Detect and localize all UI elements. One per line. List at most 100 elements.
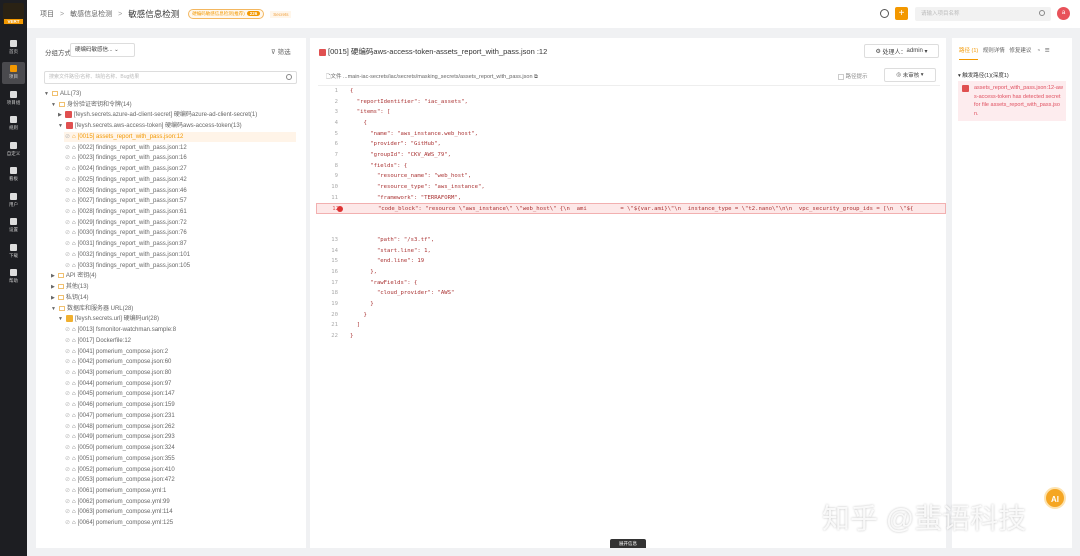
code-line: 8 "fields": { [334, 162, 408, 169]
breadcrumb-detection[interactable]: 敏感信息检测 [70, 9, 112, 19]
filter-button[interactable]: ⊽ 筛选 [271, 46, 291, 56]
path-hint-checkbox[interactable]: 路径提示 [838, 72, 868, 80]
code-line: 16 }, [331, 269, 377, 276]
info-icon[interactable] [880, 9, 889, 18]
eye-off-icon: ⊘ [65, 133, 71, 140]
tree-leaf-item[interactable]: ⊘ ⌂ [0049] pomerium_compose.json:293 [65, 432, 175, 442]
tree-group-item[interactable]: ▼ 身份验证密钥和令牌(14) [51, 100, 132, 110]
tree-leaf-item[interactable]: ⊘ ⌂ [0033] findings_report_with_pass.json:… [65, 261, 190, 271]
tree-group-item[interactable]: ▶ API 密钥(4) [51, 271, 97, 281]
tree-leaf-item[interactable]: ⊘ ⌂ [0045] pomerium_compose.json:147 [65, 389, 175, 399]
tree-leaf-item[interactable]: ⊘ ⌂ [0017] Dockerfile:12 [65, 336, 131, 346]
tree-leaf-item[interactable]: ⊘ ⌂ [0052] pomerium_compose.json:410 [65, 465, 175, 475]
sidebar-item-7[interactable]: 设置 [2, 215, 25, 237]
thumb-icon: ⌂ [72, 166, 76, 173]
tree-leaf-item[interactable]: ⊘ ⌂ [0041] pomerium_compose.json:2 [65, 347, 168, 357]
code-line: 5 "name": "aws_instance.web_host", [334, 130, 478, 137]
tree-leaf-item[interactable]: ⊘ ⌂ [0024] findings_report_with_pass.json:… [65, 164, 187, 174]
tab-fix-suggestion[interactable]: 修复建议 [1009, 48, 1031, 54]
ai-chat-icon[interactable]: ◔ [1037, 48, 1040, 54]
sidebar-item-4[interactable]: 自定义 [2, 138, 25, 160]
tree-leaf-item[interactable]: ⊘ ⌂ [0028] findings_report_with_pass.json:… [65, 207, 187, 217]
tree-leaf-item[interactable]: ⊘ ⌂ [0043] pomerium_compose.json:80 [65, 368, 171, 378]
sidebar-item-2[interactable]: 项目组 [2, 87, 25, 109]
trigger-path-item[interactable]: assets_report_with_pass.json:12-aws-acce… [958, 81, 1066, 122]
tree-search-input[interactable]: 搜索文件路径/名称、缺陷名称、Bug结果 [44, 71, 297, 84]
thumb-icon: ⌂ [72, 455, 76, 462]
tree-leaf-item[interactable]: ⊘ ⌂ [0063] pomerium_compose.yml:114 [65, 507, 173, 517]
expand-info-button[interactable]: 展开信息 [610, 539, 646, 548]
tree-leaf-item[interactable]: ⊘ ⌂ [0064] pomerium_compose.yml:125 [65, 518, 173, 528]
thumb-icon: ⌂ [72, 241, 76, 248]
tree-leaf-item[interactable]: ⊘ ⌂ [0027] findings_report_with_pass.json:… [65, 196, 187, 206]
tab-path[interactable]: 路径 (1) [959, 48, 979, 60]
code-line: 17 "rawFields": { [331, 279, 418, 286]
add-button[interactable]: + [895, 7, 908, 20]
sidebar-item-0[interactable]: 首页 [2, 36, 25, 58]
download-icon [10, 243, 17, 251]
ai-assistant-button[interactable]: AI [1044, 487, 1066, 509]
tree-leaf-item[interactable]: ⊘ ⌂ [0046] pomerium_compose.json:159 [65, 400, 175, 410]
issue-title: [0015] 硬编码aws-access-token-assets_report… [328, 47, 548, 56]
thumb-icon: ⌂ [72, 423, 76, 430]
tree-leaf-item[interactable]: ⊘ ⌂ [0025] findings_report_with_pass.json:… [65, 175, 187, 185]
sidebar-item-6[interactable]: 用户 [2, 189, 25, 211]
eye-off-icon: ⊘ [65, 423, 71, 430]
eye-off-icon: ⊘ [65, 359, 71, 366]
list-icon[interactable]: ☰ [1045, 48, 1050, 54]
tree-leaf-item[interactable]: ⊘ ⌂ [0047] pomerium_compose.json:231 [65, 411, 175, 421]
tree-leaf-item[interactable]: ⊘ ⌂ [0030] findings_report_with_pass.json:… [65, 228, 187, 238]
sidebar-item-9[interactable]: 帮助 [2, 266, 25, 288]
tab-rule-details[interactable]: 规则详情 [983, 48, 1005, 54]
breadcrumb-project[interactable]: 项目 [40, 9, 54, 19]
tree-leaf-item[interactable]: ⊘ ⌂ [0029] findings_report_with_pass.json:… [65, 218, 187, 228]
thumb-icon: ⌂ [72, 176, 76, 183]
tree-group-item[interactable]: ▶ [feysh.secrets.azure-ad-client-secret] … [58, 110, 257, 120]
tree-leaf-item[interactable]: ⊘ ⌂ [0023] findings_report_with_pass.json:… [65, 153, 187, 163]
code-line: 14 "start.line": 1, [331, 247, 431, 254]
tree-leaf-item[interactable]: ⊘ ⌂ [0061] pomerium_compose.yml:1 [65, 486, 166, 496]
tree-leaf-item[interactable]: ⊘ ⌂ [0048] pomerium_compose.json:262 [65, 422, 175, 432]
assignee-select[interactable]: ⚙ 处理人： admin ▾ [864, 44, 939, 58]
tree-leaf-item[interactable]: ⊘ ⌂ [0013] fsmonitor-watchman.sample:8 [65, 325, 176, 335]
tree-leaf-item[interactable]: ⊘ ⌂ [0032] findings_report_with_pass.json:… [65, 250, 190, 260]
caret-right-icon: ▶ [51, 273, 55, 280]
review-status-select[interactable]: ◎ 未审核 ▾ [884, 68, 936, 82]
settings-icon [10, 218, 17, 225]
tree-group-item[interactable]: ▶ 私钥(14) [51, 293, 89, 303]
copy-icon[interactable]: ⧉ [534, 74, 538, 80]
sidebar-item-1[interactable]: 项目 [2, 61, 25, 84]
eye-off-icon: ⊘ [65, 520, 71, 527]
tree-leaf-item[interactable]: ⊘ ⌂ [0062] pomerium_compose.yml:99 [65, 497, 170, 507]
code-line: 7 "groupId": "CKV_AWS_79", [334, 151, 452, 158]
secrets-tag: Secrets [270, 10, 292, 18]
tree-group-item[interactable]: ▼ 数据库和服务器 URL(28) [51, 304, 133, 314]
avatar[interactable]: a [1057, 7, 1070, 20]
tree-group-item[interactable]: ▼ [feysh.secrets.url] 硬编码url(28) [58, 314, 159, 324]
eye-off-icon: ⊘ [65, 155, 71, 162]
tree-leaf-item[interactable]: ⊘ ⌂ [0022] findings_report_with_pass.json:… [65, 143, 187, 153]
tree-group-item[interactable]: ▶ 其他(13) [51, 282, 89, 292]
tree-leaf-item[interactable]: ⊘ ⌂ [0015] assets_report_with_pass.json:12 [64, 131, 296, 142]
eye-off-icon: ⊘ [65, 262, 71, 269]
code-viewer-panel: [0015] 硬编码aws-access-token-assets_report… [310, 38, 946, 548]
tree-leaf-item[interactable]: ⊘ ⌂ [0042] pomerium_compose.json:60 [65, 357, 171, 367]
tree-leaf-item[interactable]: ⊘ ⌂ [0053] pomerium_compose.json:472 [65, 475, 175, 485]
sidebar-item-5[interactable]: 看板 [2, 164, 25, 186]
tree-group-item[interactable]: ▼ ALL(73) [44, 89, 81, 99]
project-search-input[interactable]: 请输入项目名称 [915, 7, 1051, 21]
sidebar-item-3[interactable]: 规则 [2, 113, 25, 135]
thumb-icon: ⌂ [72, 369, 76, 376]
tree-group-item[interactable]: ▼ [feysh.secrets.aws-access-token] 硬编码aws… [58, 121, 242, 131]
tree-leaf-item[interactable]: ⊘ ⌂ [0031] findings_report_with_pass.json:… [65, 239, 187, 249]
tree-leaf-item[interactable]: ⊘ ⌂ [0050] pomerium_compose.json:324 [65, 443, 175, 453]
group-by-select[interactable]: 硬编码敏感信... ⌄ [70, 43, 135, 57]
tree-leaf-item[interactable]: ⊘ ⌂ [0051] pomerium_compose.json:355 [65, 454, 175, 464]
rule-set-tag: 硬编码敏感信息检测(推荐) 226 [188, 9, 265, 19]
thumb-icon: ⌂ [72, 209, 76, 216]
tree-leaf-item[interactable]: ⊘ ⌂ [0044] pomerium_compose.json:97 [65, 379, 171, 389]
sidebar-item-8[interactable]: 下载 [2, 240, 25, 262]
eye-off-icon: ⊘ [65, 187, 71, 194]
code-line: 10 "resource_type": "aws_instance", [331, 183, 485, 190]
tree-leaf-item[interactable]: ⊘ ⌂ [0026] findings_report_with_pass.json:… [65, 186, 187, 196]
